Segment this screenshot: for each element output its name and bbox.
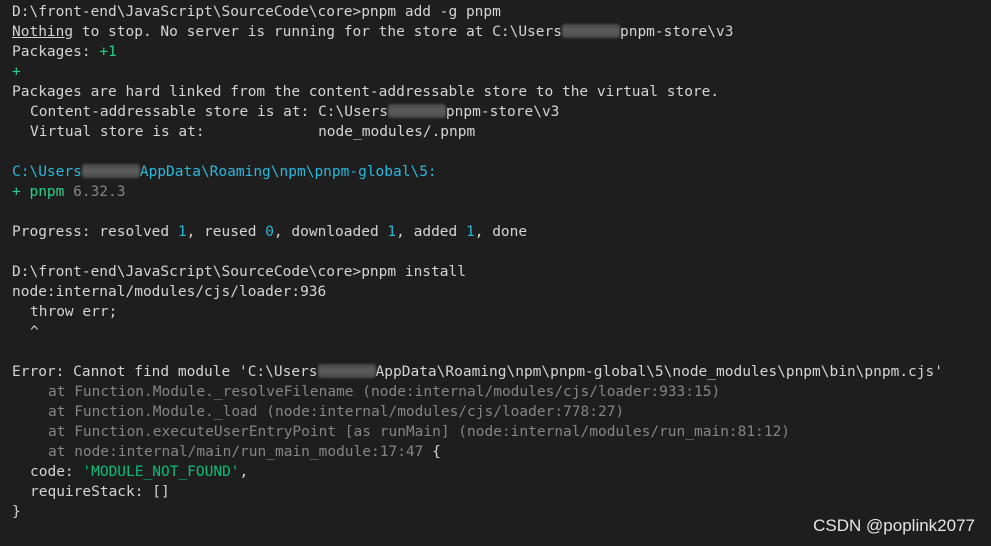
csdn-watermark: CSDN @poplink2077 (813, 516, 975, 535)
output-text: , reused (186, 224, 266, 240)
output-line: Packages are hard linked from the conten… (12, 82, 991, 102)
output-text: , (239, 464, 249, 480)
output-line: + pnpm 6.32.3 (12, 182, 991, 202)
error-line: Error: Cannot find module 'C:\Users AppDa… (12, 362, 991, 382)
output-text: +1 (99, 44, 117, 60)
output-text: 0 (265, 224, 274, 240)
command-line: D:\front-end\JavaScript\SourceCode\core>… (12, 2, 991, 22)
output-line: Progress: resolved 1, reused 0, download… (12, 222, 991, 242)
output-line: requireStack: [] (12, 482, 991, 502)
output-line: + (12, 62, 991, 82)
output-text: at Function.executeUserEntryPoint [as ru… (48, 424, 791, 440)
redacted-username (387, 104, 446, 118)
redacted-username (317, 364, 376, 378)
output-line: Content-addressable store is at: C:\User… (12, 102, 991, 122)
output-text: to stop. No server is running for the st… (73, 24, 562, 40)
stack-trace-line: at Function.Module._load (node:internal/… (12, 402, 991, 422)
terminal-window[interactable]: D:\front-end\JavaScript\SourceCode\core>… (0, 0, 991, 546)
output-text: Packages: (12, 44, 100, 60)
output-text: ^ (30, 324, 39, 340)
output-text: code: (30, 464, 83, 480)
output-text: Packages are hard linked from the conten… (12, 84, 720, 100)
output-text: , downloaded (273, 224, 388, 240)
redacted-username (561, 24, 620, 38)
redacted-username (81, 164, 140, 178)
output-text: { (423, 444, 441, 460)
output-text: Content-addressable store is at: C:\User… (30, 104, 388, 120)
output-line: node:internal/modules/cjs/loader:936 (12, 282, 991, 302)
output-text: at Function.Module._resolveFilename (nod… (48, 384, 721, 400)
output-line: C:\Users AppData\Roaming\npm\pnpm-global\… (12, 162, 991, 182)
output-text: pnpm-store\v3 (445, 104, 560, 120)
output-text: at node:internal/main/run_main_module:17… (48, 444, 424, 460)
output-text: 1 (466, 224, 475, 240)
output-text: , done (474, 224, 528, 240)
output-text: Progress: resolved (12, 224, 178, 240)
stack-trace-line: at Function.Module._resolveFilename (nod… (12, 382, 991, 402)
output-text: requireStack: [] (30, 484, 170, 500)
output-text: Virtual store is at: node_modules (30, 124, 423, 140)
output-text: + pnpm (12, 184, 74, 200)
stack-trace-line: at node:internal/main/run_main_module:17… (12, 442, 991, 462)
output-text: C:\Users (12, 164, 82, 180)
output-text: throw err; (30, 304, 118, 320)
output-line: ^ (12, 322, 991, 342)
output-line: Nothing to stop. No server is running fo… (12, 22, 991, 42)
output-text: 'MODULE_NOT_FOUND' (82, 464, 240, 480)
output-line: code: 'MODULE_NOT_FOUND', (12, 462, 991, 482)
output-line: throw err; (12, 302, 991, 322)
output-text: } (12, 504, 21, 520)
output-text: pnpm-store\v3 (619, 24, 734, 40)
output-line: Packages: +1 (12, 42, 991, 62)
output-text: + (12, 64, 21, 80)
stack-trace-line: at Function.executeUserEntryPoint [as ru… (12, 422, 991, 442)
output-text: 1 (387, 224, 397, 240)
output-text: AppData\Roaming\npm\pnpm-global\5\node_m… (375, 364, 943, 380)
output-text: 1 (177, 224, 187, 240)
output-text: at Function.Module._load (node:internal/… (48, 404, 625, 420)
output-text: Error: Cannot find module 'C:\Users (12, 364, 318, 380)
output-text: D:\front-end\JavaScript\SourceCode\core>… (12, 264, 466, 280)
output-text: Nothing (12, 24, 74, 40)
command-line: D:\front-end\JavaScript\SourceCode\core>… (12, 262, 991, 282)
output-text: , added (396, 224, 466, 240)
output-text: node:internal/modules/cjs/loader:936 (12, 284, 327, 300)
output-text: AppData\Roaming\npm\pnpm-global\5: (139, 164, 437, 180)
output-text: /.pnpm (422, 124, 476, 140)
output-text: 6.32.3 (73, 184, 126, 200)
output-text: D:\front-end\JavaScript\SourceCode\core>… (12, 4, 501, 20)
output-line: Virtual store is at: node_modules/.pnpm (12, 122, 991, 142)
